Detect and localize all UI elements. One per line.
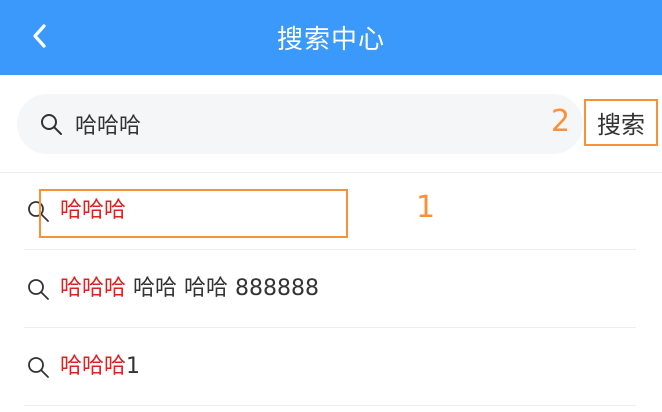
search-input[interactable]	[75, 104, 555, 144]
search-center-page: 搜索中心 搜索 2 哈哈哈 哈哈哈 哈哈 哈哈 888888	[0, 0, 662, 412]
page-title: 搜索中心	[276, 25, 385, 55]
suggestion-item[interactable]: 哈哈哈 哈哈 哈哈 888888	[24, 250, 636, 328]
suggestion-highlight: 哈哈哈	[60, 354, 127, 379]
suggestion-rest: 哈哈 哈哈 888888	[126, 276, 319, 301]
suggestion-highlight: 哈哈哈	[60, 276, 127, 301]
suggestion-item[interactable]: 哈哈哈1	[24, 328, 636, 406]
search-icon	[28, 357, 49, 378]
annotation-label-1: 1	[416, 190, 436, 225]
search-icon	[28, 201, 49, 222]
suggestion-item[interactable]: 哈哈哈	[24, 172, 636, 250]
suggestion-rest: 1	[126, 354, 141, 379]
annotation-label-2: 2	[551, 104, 571, 139]
suggestion-highlight: 哈哈哈	[60, 198, 127, 223]
search-icon	[41, 114, 62, 135]
top-bar: 搜索中心	[0, 0, 662, 75]
search-icon	[28, 279, 49, 300]
suggestion-text: 哈哈哈1	[60, 348, 140, 386]
suggestion-text: 哈哈哈 哈哈 哈哈 888888	[60, 270, 319, 308]
search-bar	[17, 94, 583, 154]
search-button[interactable]: 搜索	[584, 99, 658, 146]
suggestion-text: 哈哈哈	[60, 192, 126, 230]
